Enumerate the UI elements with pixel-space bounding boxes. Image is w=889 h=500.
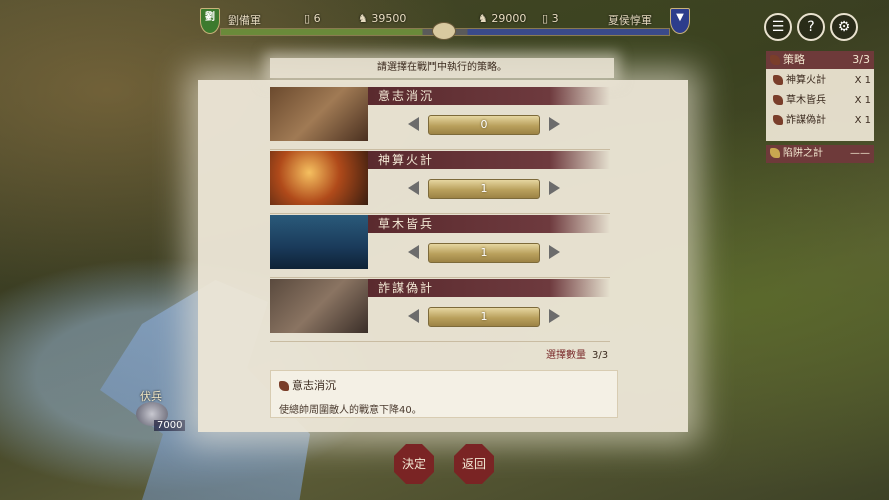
strategy-name: 詐謀偽計 [368,279,610,297]
gear-icon[interactable]: ⚙ [830,13,858,41]
strategy-name: 意志消沉 [368,87,610,105]
quantity-value: 1 [428,179,540,199]
confirm-button[interactable]: 決定 [394,444,434,484]
xiahou-dun-flag-icon: ▼ [670,8,690,34]
decrease-arrow-icon[interactable] [408,181,419,195]
quantity-value: 0 [428,115,540,135]
strategy-card[interactable]: 草木皆兵 1 [270,214,610,278]
trap-strategy-row: 陷阱之計 —— [766,145,874,163]
increase-arrow-icon[interactable] [549,245,560,259]
side-panel-header: 策略 3/3 [766,51,874,69]
selection-count-label: 選擇數量 [546,350,586,361]
decrease-arrow-icon[interactable] [408,117,419,131]
strategy-side-panel: 策略 3/3 神算火計 X 1 草木皆兵 X 1 詐謀偽計 X 1 陷阱之計 —— [766,51,874,163]
strategy-thumbnail [270,215,368,269]
description-title: 意志消沉 [271,371,617,393]
leaf-icon [770,55,780,65]
ambush-unit-marker[interactable]: 伏兵 7000 [128,388,186,431]
strategy-card[interactable]: 神算火計 1 [270,150,610,214]
selection-count: 選擇數量 3/3 [546,346,608,361]
liu-bei-flag-icon: 劉 [200,8,220,34]
leaf-icon [773,95,783,105]
description-text: 使總帥周圍敵人的戰意下降40。 [279,405,422,416]
left-faction-name: 劉備軍 [228,14,261,27]
increase-arrow-icon[interactable] [549,117,560,131]
quantity-value: 1 [428,307,540,327]
back-button[interactable]: 返回 [454,444,494,484]
increase-arrow-icon[interactable] [549,181,560,195]
right-troop-count: ♞ 29000 [478,12,527,25]
leaf-icon [773,75,783,85]
left-officer-count: ▯ 6 [304,12,321,25]
trap-icon [770,148,780,158]
decrease-arrow-icon[interactable] [408,245,419,259]
list-icon[interactable]: ☰ [764,13,792,41]
quantity-stepper: 1 [408,178,560,199]
strategy-thumbnail [270,279,368,333]
quantity-stepper: 0 [408,114,560,135]
battle-status-bar: 劉 劉備軍 ▯ 6 ♞ 39500 ♞ 29000 ▯ 3 夏侯惇軍 ▼ [200,8,690,40]
quantity-stepper: 1 [408,242,560,263]
increase-arrow-icon[interactable] [549,309,560,323]
side-panel-count: 3/3 [852,53,870,66]
left-troop-count: ♞ 39500 [358,12,407,25]
right-officer-count: ▯ 3 [542,12,559,25]
side-panel-title: 策略 [783,53,805,66]
side-strategy-item: 草木皆兵 X 1 [769,91,871,111]
strategy-description-box: 意志消沉 使總帥周圍敵人的戰意下降40。 [270,370,618,418]
ambush-unit-count: 7000 [154,420,186,431]
leaf-icon [279,381,289,391]
quantity-value: 1 [428,243,540,263]
side-strategy-item: 詐謀偽計 X 1 [769,111,871,131]
strategy-name: 神算火計 [368,151,610,169]
dialog-prompt: 請選擇在戰鬥中執行的策略。 [270,58,614,78]
gauge-marker-icon [432,22,456,40]
strategy-thumbnail [270,87,368,141]
leaf-icon [773,115,783,125]
strategy-list: 意志消沉 0 神算火計 1 草木皆兵 1 詐謀偽計 1 [270,86,610,342]
strategy-card[interactable]: 意志消沉 0 [270,86,610,150]
help-icon[interactable]: ? [797,13,825,41]
decrease-arrow-icon[interactable] [408,309,419,323]
right-faction-name: 夏侯惇軍 [608,14,652,27]
selection-count-value: 3/3 [592,350,609,361]
strategy-card[interactable]: 詐謀偽計 1 [270,278,610,342]
strategy-thumbnail [270,151,368,205]
quantity-stepper: 1 [408,306,560,327]
strategy-name: 草木皆兵 [368,215,610,233]
side-strategy-item: 神算火計 X 1 [769,71,871,91]
